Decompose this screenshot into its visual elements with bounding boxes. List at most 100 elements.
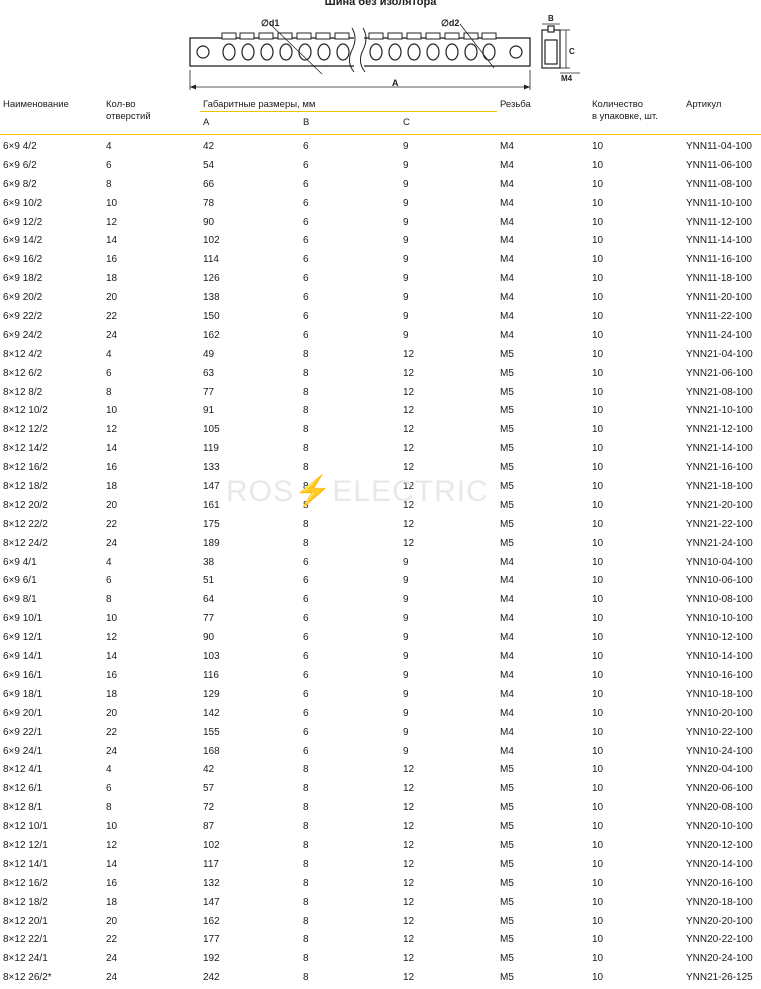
cell-dim-c: 9 — [403, 745, 409, 757]
cell-dim-a: 192 — [203, 953, 220, 965]
cell-dim-b: 6 — [303, 613, 309, 625]
cell-thread: M5 — [500, 424, 514, 436]
cell-dim-a: 66 — [203, 178, 215, 190]
cell-name: 6×9 4/2 — [3, 141, 37, 152]
cell-thread: M4 — [500, 632, 514, 644]
cell-name: 8×12 12/1 — [3, 839, 48, 851]
cell-dim-a: 72 — [203, 802, 215, 814]
cell-holes: 8 — [106, 802, 112, 814]
table-row: 8×12 24/1 24 192 8 12 M5 10 YNN20-24-100 — [0, 950, 761, 969]
cell-article: YNN21-18-100 — [686, 481, 753, 493]
cell-holes: 20 — [106, 499, 118, 511]
cell-name: 8×12 10/2 — [3, 405, 48, 417]
cell-dim-b: 8 — [303, 348, 309, 360]
cell-name: 8×12 8/2 — [3, 386, 43, 398]
cell-thread: M4 — [500, 688, 514, 700]
cell-holes: 16 — [106, 254, 118, 266]
cell-holes: 16 — [106, 462, 118, 474]
cell-article: YNN20-22-100 — [686, 934, 753, 946]
cell-dim-a: 77 — [203, 613, 215, 625]
cell-dim-b: 8 — [303, 424, 309, 436]
cell-dim-a: 116 — [203, 669, 219, 681]
cell-name: 8×12 6/1 — [3, 783, 43, 795]
cell-article: YNN10-24-100 — [686, 745, 753, 757]
cell-qty: 10 — [592, 783, 604, 795]
cell-thread: M5 — [500, 802, 514, 814]
cell-dim-c: 12 — [403, 462, 415, 474]
cell-dim-a: 42 — [203, 141, 215, 152]
cell-holes: 20 — [106, 292, 118, 304]
table-row: 6×9 22/1 22 155 6 9 M4 10 YNN10-22-100 — [0, 724, 761, 743]
table-row: 6×9 4/1 4 38 6 9 M4 10 YNN10-04-100 — [0, 554, 761, 573]
cell-qty: 10 — [592, 216, 604, 228]
cell-dim-c: 12 — [403, 953, 415, 965]
table-row: 8×12 12/1 12 102 8 12 M5 10 YNN20-12-100 — [0, 837, 761, 856]
cell-qty: 10 — [592, 159, 604, 171]
cell-article: YNN21-10-100 — [686, 405, 753, 417]
table-row: 8×12 10/1 10 87 8 12 M5 10 YNN20-10-100 — [0, 818, 761, 837]
cell-thread: M4 — [500, 613, 514, 625]
cell-name: 6×9 14/2 — [3, 235, 43, 247]
cell-dim-c: 9 — [403, 575, 409, 587]
cell-holes: 12 — [106, 424, 118, 436]
table-row: 6×9 8/1 8 64 6 9 M4 10 YNN10-08-100 — [0, 591, 761, 610]
cell-thread: M5 — [500, 858, 514, 870]
cell-qty: 10 — [592, 311, 604, 323]
cell-dim-c: 9 — [403, 613, 409, 625]
cell-qty: 10 — [592, 972, 604, 984]
table-row: 8×12 8/1 8 72 8 12 M5 10 YNN20-08-100 — [0, 799, 761, 818]
cell-dim-b: 6 — [303, 178, 309, 190]
cell-holes: 10 — [106, 197, 118, 209]
cell-dim-b: 8 — [303, 462, 309, 474]
cell-dim-a: 162 — [203, 329, 220, 341]
cell-thread: M4 — [500, 197, 514, 209]
cell-dim-b: 6 — [303, 669, 309, 681]
cell-dim-a: 102 — [203, 235, 220, 247]
table-row: 6×9 20/2 20 138 6 9 M4 10 YNN11-20-100 — [0, 289, 761, 308]
cell-thread: M4 — [500, 254, 514, 266]
header-dims: Габаритные размеры, мм — [203, 99, 316, 110]
cell-dim-a: 147 — [203, 481, 220, 493]
cell-holes: 24 — [106, 953, 118, 965]
cell-dim-c: 12 — [403, 839, 415, 851]
cell-dim-b: 8 — [303, 821, 309, 833]
header-dim-b: B — [303, 117, 310, 128]
cell-dim-c: 12 — [403, 896, 415, 908]
cell-name: 6×9 10/2 — [3, 197, 43, 209]
cell-name: 6×9 12/2 — [3, 216, 43, 228]
cell-dim-a: 126 — [203, 273, 220, 285]
cell-name: 8×12 24/2 — [3, 537, 48, 549]
cell-dim-c: 12 — [403, 386, 415, 398]
cell-article: YNN20-10-100 — [686, 821, 753, 833]
cell-dim-a: 114 — [203, 254, 219, 266]
cell-article: YNN20-18-100 — [686, 896, 753, 908]
cell-dim-b: 6 — [303, 688, 309, 700]
cell-qty: 10 — [592, 726, 604, 738]
table-row: 6×9 4/2 4 42 6 9 M4 10 YNN11-04-100 — [0, 138, 761, 157]
cell-thread: M5 — [500, 896, 514, 908]
cell-dim-b: 6 — [303, 726, 309, 738]
cell-thread: M4 — [500, 311, 514, 323]
cell-name: 6×9 22/1 — [3, 726, 43, 738]
cell-thread: M5 — [500, 443, 514, 455]
cell-dim-b: 8 — [303, 934, 309, 946]
cell-article: YNN20-12-100 — [686, 839, 753, 851]
cell-dim-a: 147 — [203, 896, 220, 908]
table-row: 8×12 16/2 16 132 8 12 M5 10 YNN20-16-100 — [0, 875, 761, 894]
cell-dim-c: 12 — [403, 405, 415, 417]
cell-dim-a: 78 — [203, 197, 215, 209]
cell-holes: 4 — [106, 141, 112, 152]
cell-article: YNN20-08-100 — [686, 802, 753, 814]
cell-dim-b: 8 — [303, 877, 309, 889]
table-row: 8×12 20/1 20 162 8 12 M5 10 YNN20-20-100 — [0, 913, 761, 932]
cell-dim-c: 9 — [403, 311, 409, 323]
cell-holes: 8 — [106, 594, 112, 606]
table-row: 8×12 18/2 18 147 8 12 M5 10 YNN20-18-100 — [0, 894, 761, 913]
cell-dim-a: 189 — [203, 537, 220, 549]
table-row: 8×12 24/2 24 189 8 12 M5 10 YNN21-24-100 — [0, 535, 761, 554]
cell-qty: 10 — [592, 405, 604, 417]
cell-dim-a: 49 — [203, 348, 215, 360]
header-dims-underline — [200, 111, 497, 112]
cell-article: YNN10-08-100 — [686, 594, 753, 606]
cell-thread: M4 — [500, 594, 514, 606]
